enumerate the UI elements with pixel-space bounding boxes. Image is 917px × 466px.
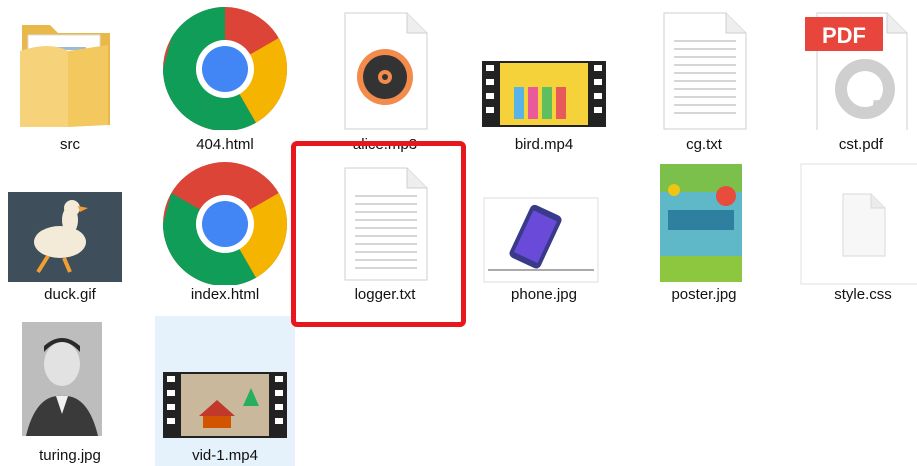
file-name: turing.jpg <box>39 447 101 464</box>
file-item-bird-mp4[interactable]: bird.mp4 <box>474 5 614 155</box>
file-name: poster.jpg <box>671 286 737 303</box>
file-name: vid-1.mp4 <box>192 447 258 464</box>
css-file-icon <box>800 163 917 285</box>
file-name: cst.pdf <box>838 136 884 153</box>
pdf-badge-label: PDF <box>822 23 866 48</box>
file-item-src[interactable]: src <box>0 5 140 155</box>
file-item-style-css[interactable]: style.css <box>793 160 917 310</box>
phone-image-thumbnail <box>483 197 599 283</box>
file-item-vid-1-mp4[interactable]: vid-1.mp4 <box>155 316 295 466</box>
folder-icon <box>20 25 110 127</box>
file-name: src <box>60 136 80 153</box>
file-name: phone.jpg <box>511 286 577 303</box>
file-name: 404.html <box>196 136 254 153</box>
file-name: bird.mp4 <box>514 136 574 153</box>
file-name: style.css <box>834 286 892 303</box>
file-item-poster-jpg[interactable]: poster.jpg <box>634 160 774 310</box>
file-item-404-html[interactable]: 404.html <box>155 5 295 155</box>
file-item-turing-jpg[interactable]: turing.jpg <box>0 316 140 466</box>
portrait-image-thumbnail <box>22 322 102 436</box>
poster-image-thumbnail <box>660 164 742 282</box>
file-name: index.html <box>190 286 260 303</box>
file-name: cg.txt <box>686 136 722 153</box>
file-item-cg-txt[interactable]: cg.txt <box>634 5 774 155</box>
file-item-phone-jpg[interactable]: phone.jpg <box>474 160 614 310</box>
file-item-alice-mp3[interactable]: alice.mp3 <box>315 5 455 155</box>
file-item-index-html[interactable]: index.html <box>155 160 295 310</box>
video-thumbnail-icon <box>482 61 606 127</box>
chrome-icon <box>163 6 287 130</box>
highlight-box <box>291 141 466 327</box>
chrome-icon <box>163 162 287 285</box>
video-thumbnail-icon <box>163 372 287 438</box>
text-file-icon <box>663 12 747 130</box>
file-item-duck-gif[interactable]: duck.gif <box>0 160 140 310</box>
file-name: duck.gif <box>44 286 96 303</box>
pdf-file-icon: PDF <box>805 12 908 130</box>
file-item-cst-pdf[interactable]: PDF cst.pdf <box>777 5 917 155</box>
duck-image-thumbnail <box>8 192 122 282</box>
audio-file-icon <box>344 12 428 130</box>
